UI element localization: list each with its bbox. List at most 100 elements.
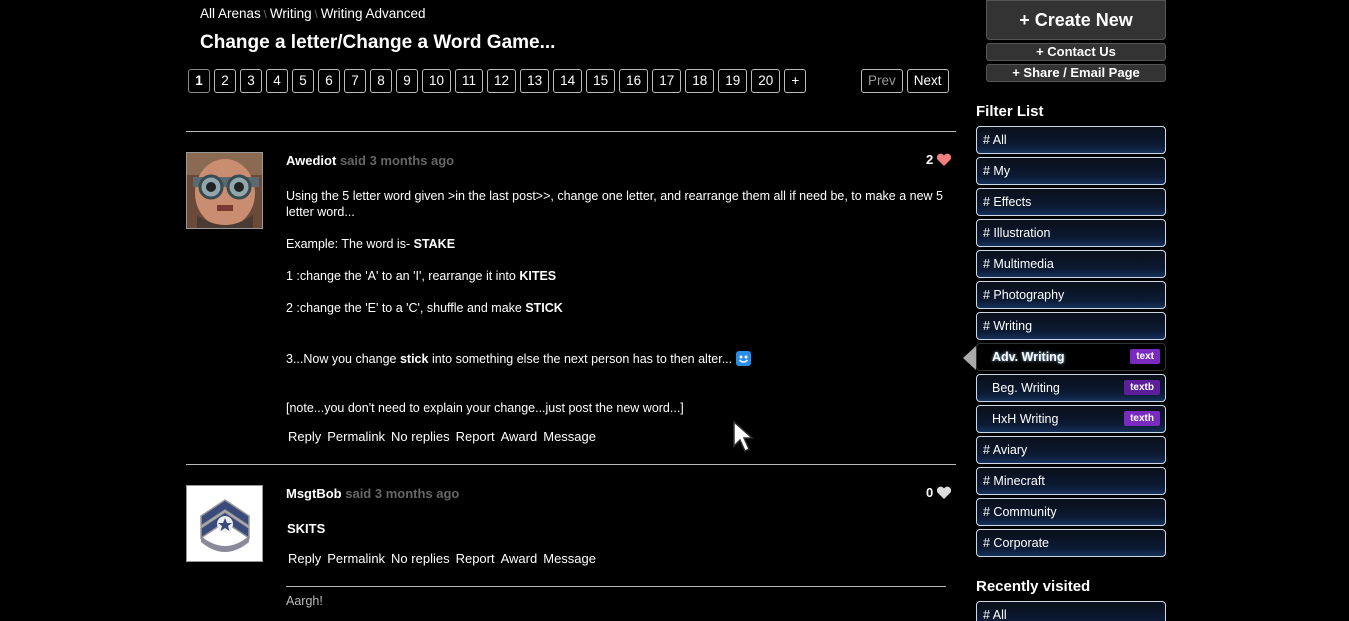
heart-icon[interactable] xyxy=(936,486,952,500)
page-6-button[interactable]: 6 xyxy=(318,69,340,93)
example-word: STAKE xyxy=(413,237,456,251)
filter-minecraft[interactable]: # Minecraft xyxy=(976,467,1166,495)
step2-word: STICK xyxy=(525,301,563,315)
post-author[interactable]: MsgtBob xyxy=(286,486,342,501)
filter-all[interactable]: # All xyxy=(976,126,1166,154)
breadcrumb: All Arenas \ Writing \ Writing Advanced xyxy=(200,6,426,21)
like-count-value: 2 xyxy=(926,152,934,167)
example-prefix: Example: The word is- xyxy=(286,237,414,251)
page-13-button[interactable]: 13 xyxy=(520,69,550,93)
page-14-button[interactable]: 14 xyxy=(553,69,583,93)
step3-word: stick xyxy=(399,352,429,366)
reply-link[interactable]: Reply xyxy=(288,429,321,444)
next-page-button[interactable]: Next xyxy=(906,69,949,93)
filter-tag: texth xyxy=(1124,411,1160,426)
post-author[interactable]: Awediot xyxy=(286,153,336,168)
filter-list-heading: Filter List xyxy=(976,103,1044,120)
filter-effects[interactable]: # Effects xyxy=(976,188,1166,216)
breadcrumb-all-arenas[interactable]: All Arenas xyxy=(200,6,261,21)
post-note: [note...you don't need to explain your c… xyxy=(286,401,684,415)
reply-preview: Aargh! xyxy=(286,594,323,608)
breadcrumb-writing-advanced[interactable]: Writing Advanced xyxy=(321,6,426,21)
filter-writing[interactable]: # Writing xyxy=(976,312,1166,340)
permalink-link[interactable]: Permalink xyxy=(327,429,385,444)
page-4-button[interactable]: 4 xyxy=(266,69,288,93)
post-header: Awediot said 3 months ago xyxy=(286,153,454,168)
page-15-button[interactable]: 15 xyxy=(586,69,616,93)
filter-adv-writing[interactable]: Adv. Writing text xyxy=(976,343,1166,371)
divider xyxy=(186,464,956,465)
filter-aviary[interactable]: # Aviary xyxy=(976,436,1166,464)
filter-label: Adv. Writing xyxy=(992,350,1065,364)
mouse-cursor-icon xyxy=(733,420,754,453)
post-timestamp: said 3 months ago xyxy=(345,486,460,501)
filter-label: Beg. Writing xyxy=(992,381,1060,395)
smiley-icon xyxy=(736,351,752,366)
page-8-button[interactable]: 8 xyxy=(370,69,392,93)
breadcrumb-writing[interactable]: Writing xyxy=(270,6,312,21)
filter-beg-writing[interactable]: Beg. Writing textb xyxy=(976,374,1166,402)
more-pages-button[interactable]: + xyxy=(784,69,807,93)
filter-illustration[interactable]: # Illustration xyxy=(976,219,1166,247)
page-2-button[interactable]: 2 xyxy=(214,69,236,93)
post-body: Using the 5 letter word given >in the la… xyxy=(286,188,946,428)
heart-icon[interactable] xyxy=(936,153,952,167)
step3-prefix: 3...Now you change xyxy=(286,352,400,366)
message-link[interactable]: Message xyxy=(543,551,596,566)
post-actions: Reply Permalink No replies Report Award … xyxy=(288,551,596,566)
award-link[interactable]: Award xyxy=(501,551,538,566)
goggles-man-avatar[interactable] xyxy=(186,152,263,229)
report-link[interactable]: Report xyxy=(456,429,495,444)
filter-corporate[interactable]: # Corporate xyxy=(976,529,1166,557)
page-3-button[interactable]: 3 xyxy=(240,69,262,93)
page-10-button[interactable]: 10 xyxy=(422,69,452,93)
create-new-button[interactable]: + Create New xyxy=(986,0,1166,40)
step1-prefix: 1 :change the 'A' to an 'I', rearrange i… xyxy=(286,269,520,283)
contact-us-button[interactable]: + Contact Us xyxy=(986,43,1166,61)
post-text: SKITS xyxy=(287,521,326,536)
page-1-button[interactable]: 1 xyxy=(188,69,210,93)
like-count[interactable]: 2 xyxy=(926,152,952,167)
page-7-button[interactable]: 7 xyxy=(344,69,366,93)
like-count[interactable]: 0 xyxy=(926,485,952,500)
page-16-button[interactable]: 16 xyxy=(619,69,649,93)
page-5-button[interactable]: 5 xyxy=(292,69,314,93)
post-example: Example: The word is- STAKE xyxy=(286,236,455,252)
post-timestamp: said 3 months ago xyxy=(339,153,455,168)
no-replies-link[interactable]: No replies xyxy=(391,429,450,444)
filter-tag: textb xyxy=(1124,380,1160,395)
active-indicator-arrow xyxy=(963,346,976,370)
prev-next: Prev Next xyxy=(861,69,949,93)
prev-page-button[interactable]: Prev xyxy=(861,69,903,93)
report-link[interactable]: Report xyxy=(456,551,495,566)
step2-prefix: 2 :change the 'E' to a 'C', shuffle and … xyxy=(286,301,526,315)
page-18-button[interactable]: 18 xyxy=(685,69,715,93)
post-actions: Reply Permalink No replies Report Award … xyxy=(288,429,596,444)
reply-link[interactable]: Reply xyxy=(288,551,321,566)
step3-suffix: into something else the next person has … xyxy=(428,352,733,366)
sergeant-chevron-avatar[interactable] xyxy=(186,485,263,562)
post-header: MsgtBob said 3 months ago xyxy=(286,486,459,501)
pagination: 1 2 3 4 5 6 7 8 9 10 11 12 13 14 15 16 1… xyxy=(188,69,807,93)
filter-multimedia[interactable]: # Multimedia xyxy=(976,250,1166,278)
no-replies-link[interactable]: No replies xyxy=(391,551,450,566)
divider xyxy=(286,586,946,587)
filter-community[interactable]: # Community xyxy=(976,498,1166,526)
permalink-link[interactable]: Permalink xyxy=(327,551,385,566)
filter-hxh-writing[interactable]: HxH Writing texth xyxy=(976,405,1166,433)
award-link[interactable]: Award xyxy=(501,429,538,444)
post-intro: Using the 5 letter word given >in the la… xyxy=(286,189,944,219)
share-email-button[interactable]: + Share / Email Page xyxy=(986,64,1166,82)
recently-visited-heading: Recently visited xyxy=(976,578,1091,595)
filter-my[interactable]: # My xyxy=(976,157,1166,185)
page-17-button[interactable]: 17 xyxy=(652,69,682,93)
recent-all[interactable]: # All xyxy=(976,601,1166,621)
page-12-button[interactable]: 12 xyxy=(487,69,517,93)
filter-tag: text xyxy=(1130,349,1160,364)
filter-photography[interactable]: # Photography xyxy=(976,281,1166,309)
page-19-button[interactable]: 19 xyxy=(718,69,748,93)
message-link[interactable]: Message xyxy=(543,429,596,444)
page-11-button[interactable]: 11 xyxy=(455,69,484,93)
page-9-button[interactable]: 9 xyxy=(396,69,418,93)
page-20-button[interactable]: 20 xyxy=(751,69,781,93)
